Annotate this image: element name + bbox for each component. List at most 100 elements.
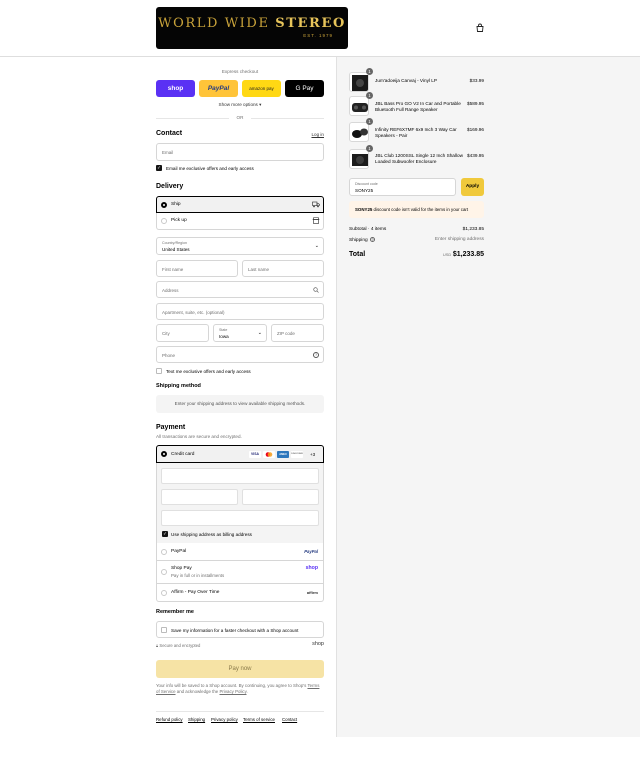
email-field[interactable]: Email [156, 143, 324, 161]
country-select[interactable]: Country/Region United States ⌄ [156, 237, 324, 255]
truck-icon [312, 201, 320, 208]
footer-divider [156, 711, 324, 712]
expiration-date-field[interactable] [161, 489, 238, 505]
total-value: USD $1,233.85 [442, 251, 484, 258]
paypal-radio[interactable] [161, 548, 167, 555]
apartment-field[interactable]: Apartment, suite, etc. (optional) [156, 303, 324, 320]
paypal-option[interactable]: PayPal PayPal [156, 543, 324, 561]
shop-pay-label: Shop Pay [171, 566, 192, 571]
google-pay-button[interactable]: G Pay [285, 80, 324, 97]
shipping-label: Shipping ? [349, 237, 376, 243]
email-offers-checkbox[interactable]: ✓ [156, 165, 162, 171]
card-number-field[interactable] [161, 468, 319, 484]
cart-item-price: $169.96 [467, 127, 484, 132]
or-divider-label: OR [236, 115, 244, 120]
affirm-label: Affirm - Pay Over Time [171, 589, 220, 595]
state-select[interactable]: State Iowa ⌄ [213, 324, 267, 342]
payment-subtitle: All transactions are secure and encrypte… [156, 434, 242, 439]
zip-field[interactable]: ZIP code [271, 324, 324, 342]
shop-logo-icon: shop [312, 641, 324, 647]
shopping-bag-icon[interactable] [475, 23, 485, 33]
terms-of-service-footer-link[interactable]: Terms of service [243, 717, 275, 722]
delivery-heading: Delivery [156, 183, 184, 190]
security-code-field[interactable] [242, 489, 319, 505]
affirm-option[interactable]: Affirm - Pay Over Time affirm [156, 584, 324, 602]
pickup-label: Pick up [171, 218, 187, 223]
save-info-checkbox[interactable] [161, 627, 167, 633]
contact-heading: Contact [156, 130, 183, 137]
shop-pay-subtitle: Pay in full or in installments [171, 572, 225, 578]
divider [251, 118, 324, 119]
subtotal-label: Subtotal · 4 items [349, 227, 387, 232]
product-thumbnail [349, 149, 369, 169]
subtotal-value: $1,233.85 [462, 227, 484, 232]
cart-item-price: $589.95 [467, 101, 484, 106]
affirm-radio[interactable] [161, 589, 167, 596]
apply-discount-button[interactable]: Apply [461, 178, 484, 196]
phone-field[interactable]: Phone ? [156, 346, 324, 363]
first-name-field[interactable]: First name [156, 260, 238, 277]
ship-option[interactable]: Ship [156, 196, 324, 213]
divider [156, 118, 229, 119]
secure-note: 🔒︎ Secure and encrypted [156, 643, 201, 648]
chevron-down-icon: ⌄ [314, 243, 319, 249]
amazon-pay-button[interactable]: amazon pay [242, 80, 281, 97]
mastercard-icon [263, 450, 275, 458]
name-on-card-field[interactable] [161, 510, 319, 526]
remember-me-heading: Remember me [156, 609, 194, 615]
login-link[interactable]: Log in [300, 132, 324, 137]
amex-icon: AMEX [277, 450, 289, 458]
privacy-policy-footer-link[interactable]: Privacy policy [211, 717, 238, 722]
express-checkout-title: Express checkout [221, 69, 259, 74]
brand-logo[interactable]: WORLD WIDE STEREO EST. 1979 [156, 7, 348, 49]
credit-card-radio[interactable] [161, 451, 167, 457]
save-info-label: Save my information for a faster checkou… [171, 627, 299, 633]
ship-label: Ship [171, 202, 181, 207]
legal-text: Your info will be saved to a Shop accoun… [156, 683, 320, 695]
address-field[interactable]: Address [156, 281, 324, 298]
shop-pay-radio[interactable] [161, 569, 167, 575]
contact-link[interactable]: Contact [282, 717, 297, 722]
ship-radio[interactable] [161, 201, 167, 208]
quantity-badge: 1 [366, 145, 373, 152]
total-label: Total [349, 251, 366, 258]
discover-icon: DISCOVER [291, 450, 303, 458]
cart-item-price: $33.99 [469, 78, 484, 83]
refund-policy-link[interactable]: Refund policy [156, 717, 183, 722]
last-name-field[interactable]: Last name [242, 260, 324, 277]
chevron-down-icon: ▾ [259, 102, 262, 107]
store-icon [312, 217, 320, 224]
cart-item-price: $439.95 [467, 153, 484, 158]
help-icon[interactable]: ? [313, 351, 319, 358]
shipping-method-heading: Shipping method [156, 383, 201, 389]
credit-card-label: Credit card [171, 451, 195, 457]
paypal-button[interactable]: PayPal [199, 80, 238, 97]
product-thumbnail [349, 122, 369, 142]
billing-same-checkbox[interactable]: ✓ [162, 531, 168, 537]
card-details-panel: ✓ Use shipping address as billing addres… [156, 463, 324, 543]
product-thumbnail [349, 96, 369, 116]
discount-error-notice: SONY25 discount code isn't valid for the… [349, 201, 484, 218]
shop-pay-option[interactable]: Shop Pay Pay in full or in installments … [156, 561, 324, 584]
show-more-options-link[interactable]: Show more options ▾ [156, 102, 324, 108]
discount-code-input[interactable]: Discount code SONY25 [349, 178, 456, 196]
shipping-policy-link[interactable]: Shipping [188, 717, 205, 722]
privacy-policy-link[interactable]: Privacy Policy [219, 689, 246, 694]
payment-heading: Payment [156, 424, 186, 431]
shipping-method-notice: Enter your shipping address to view avai… [156, 395, 324, 413]
shipping-value: Enter shipping address [434, 237, 484, 242]
save-info-option[interactable]: Save my information for a faster checkou… [156, 621, 324, 638]
info-icon[interactable]: ? [370, 237, 376, 242]
quantity-badge: 1 [366, 118, 373, 125]
quantity-badge: 1 [366, 68, 373, 75]
header: WORLD WIDE STEREO EST. 1979 [0, 0, 640, 57]
city-field[interactable]: City [156, 324, 209, 342]
shop-pay-button[interactable]: shop [156, 80, 195, 97]
credit-card-option[interactable]: Credit card VISA AMEX DISCOVER +3 [156, 445, 324, 463]
pickup-radio[interactable] [161, 218, 167, 224]
pickup-option[interactable]: Pick up [156, 213, 324, 230]
pay-now-button[interactable]: Pay now [156, 660, 324, 678]
paypal-logo-icon: PayPal [304, 548, 318, 554]
text-offers-checkbox[interactable] [156, 368, 162, 374]
paypal-label: PayPal [171, 548, 187, 554]
